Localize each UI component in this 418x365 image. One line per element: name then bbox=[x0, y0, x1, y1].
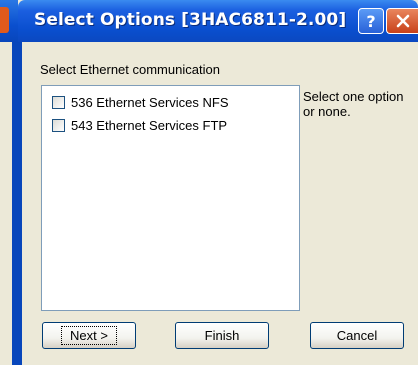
option-ftp-label: 543 Ethernet Services FTP bbox=[71, 117, 228, 133]
dialog-frame-left bbox=[18, 42, 22, 365]
checkbox-ftp[interactable] bbox=[52, 118, 65, 132]
parent-app-icon bbox=[0, 7, 9, 33]
finish-button[interactable]: Finish bbox=[175, 322, 269, 349]
close-icon bbox=[396, 14, 409, 28]
checkbox-nfs[interactable] bbox=[52, 95, 65, 109]
option-ftp[interactable]: 543 Ethernet Services FTP bbox=[52, 117, 227, 133]
help-icon: ? bbox=[366, 11, 376, 31]
select-options-dialog: Select Options [3HAC6811-2.00] ? Select … bbox=[18, 0, 418, 365]
option-nfs-label: 536 Ethernet Services NFS bbox=[71, 94, 229, 110]
next-button-label: Next > bbox=[61, 326, 117, 345]
window-title: Select Options [3HAC6811-2.00] bbox=[34, 10, 347, 30]
option-nfs[interactable]: 536 Ethernet Services NFS bbox=[52, 94, 229, 110]
help-button[interactable]: ? bbox=[358, 8, 384, 34]
options-list[interactable]: 536 Ethernet Services NFS 543 Ethernet S… bbox=[41, 85, 300, 311]
cancel-button[interactable]: Cancel bbox=[310, 322, 404, 349]
options-prompt: Select Ethernet communication bbox=[40, 62, 220, 77]
next-button[interactable]: Next > bbox=[42, 322, 136, 349]
close-button[interactable] bbox=[386, 8, 418, 34]
title-bar[interactable]: Select Options [3HAC6811-2.00] ? bbox=[18, 0, 418, 42]
selection-hint: Select one option or none. bbox=[303, 89, 404, 119]
parent-window-edge bbox=[0, 0, 18, 365]
